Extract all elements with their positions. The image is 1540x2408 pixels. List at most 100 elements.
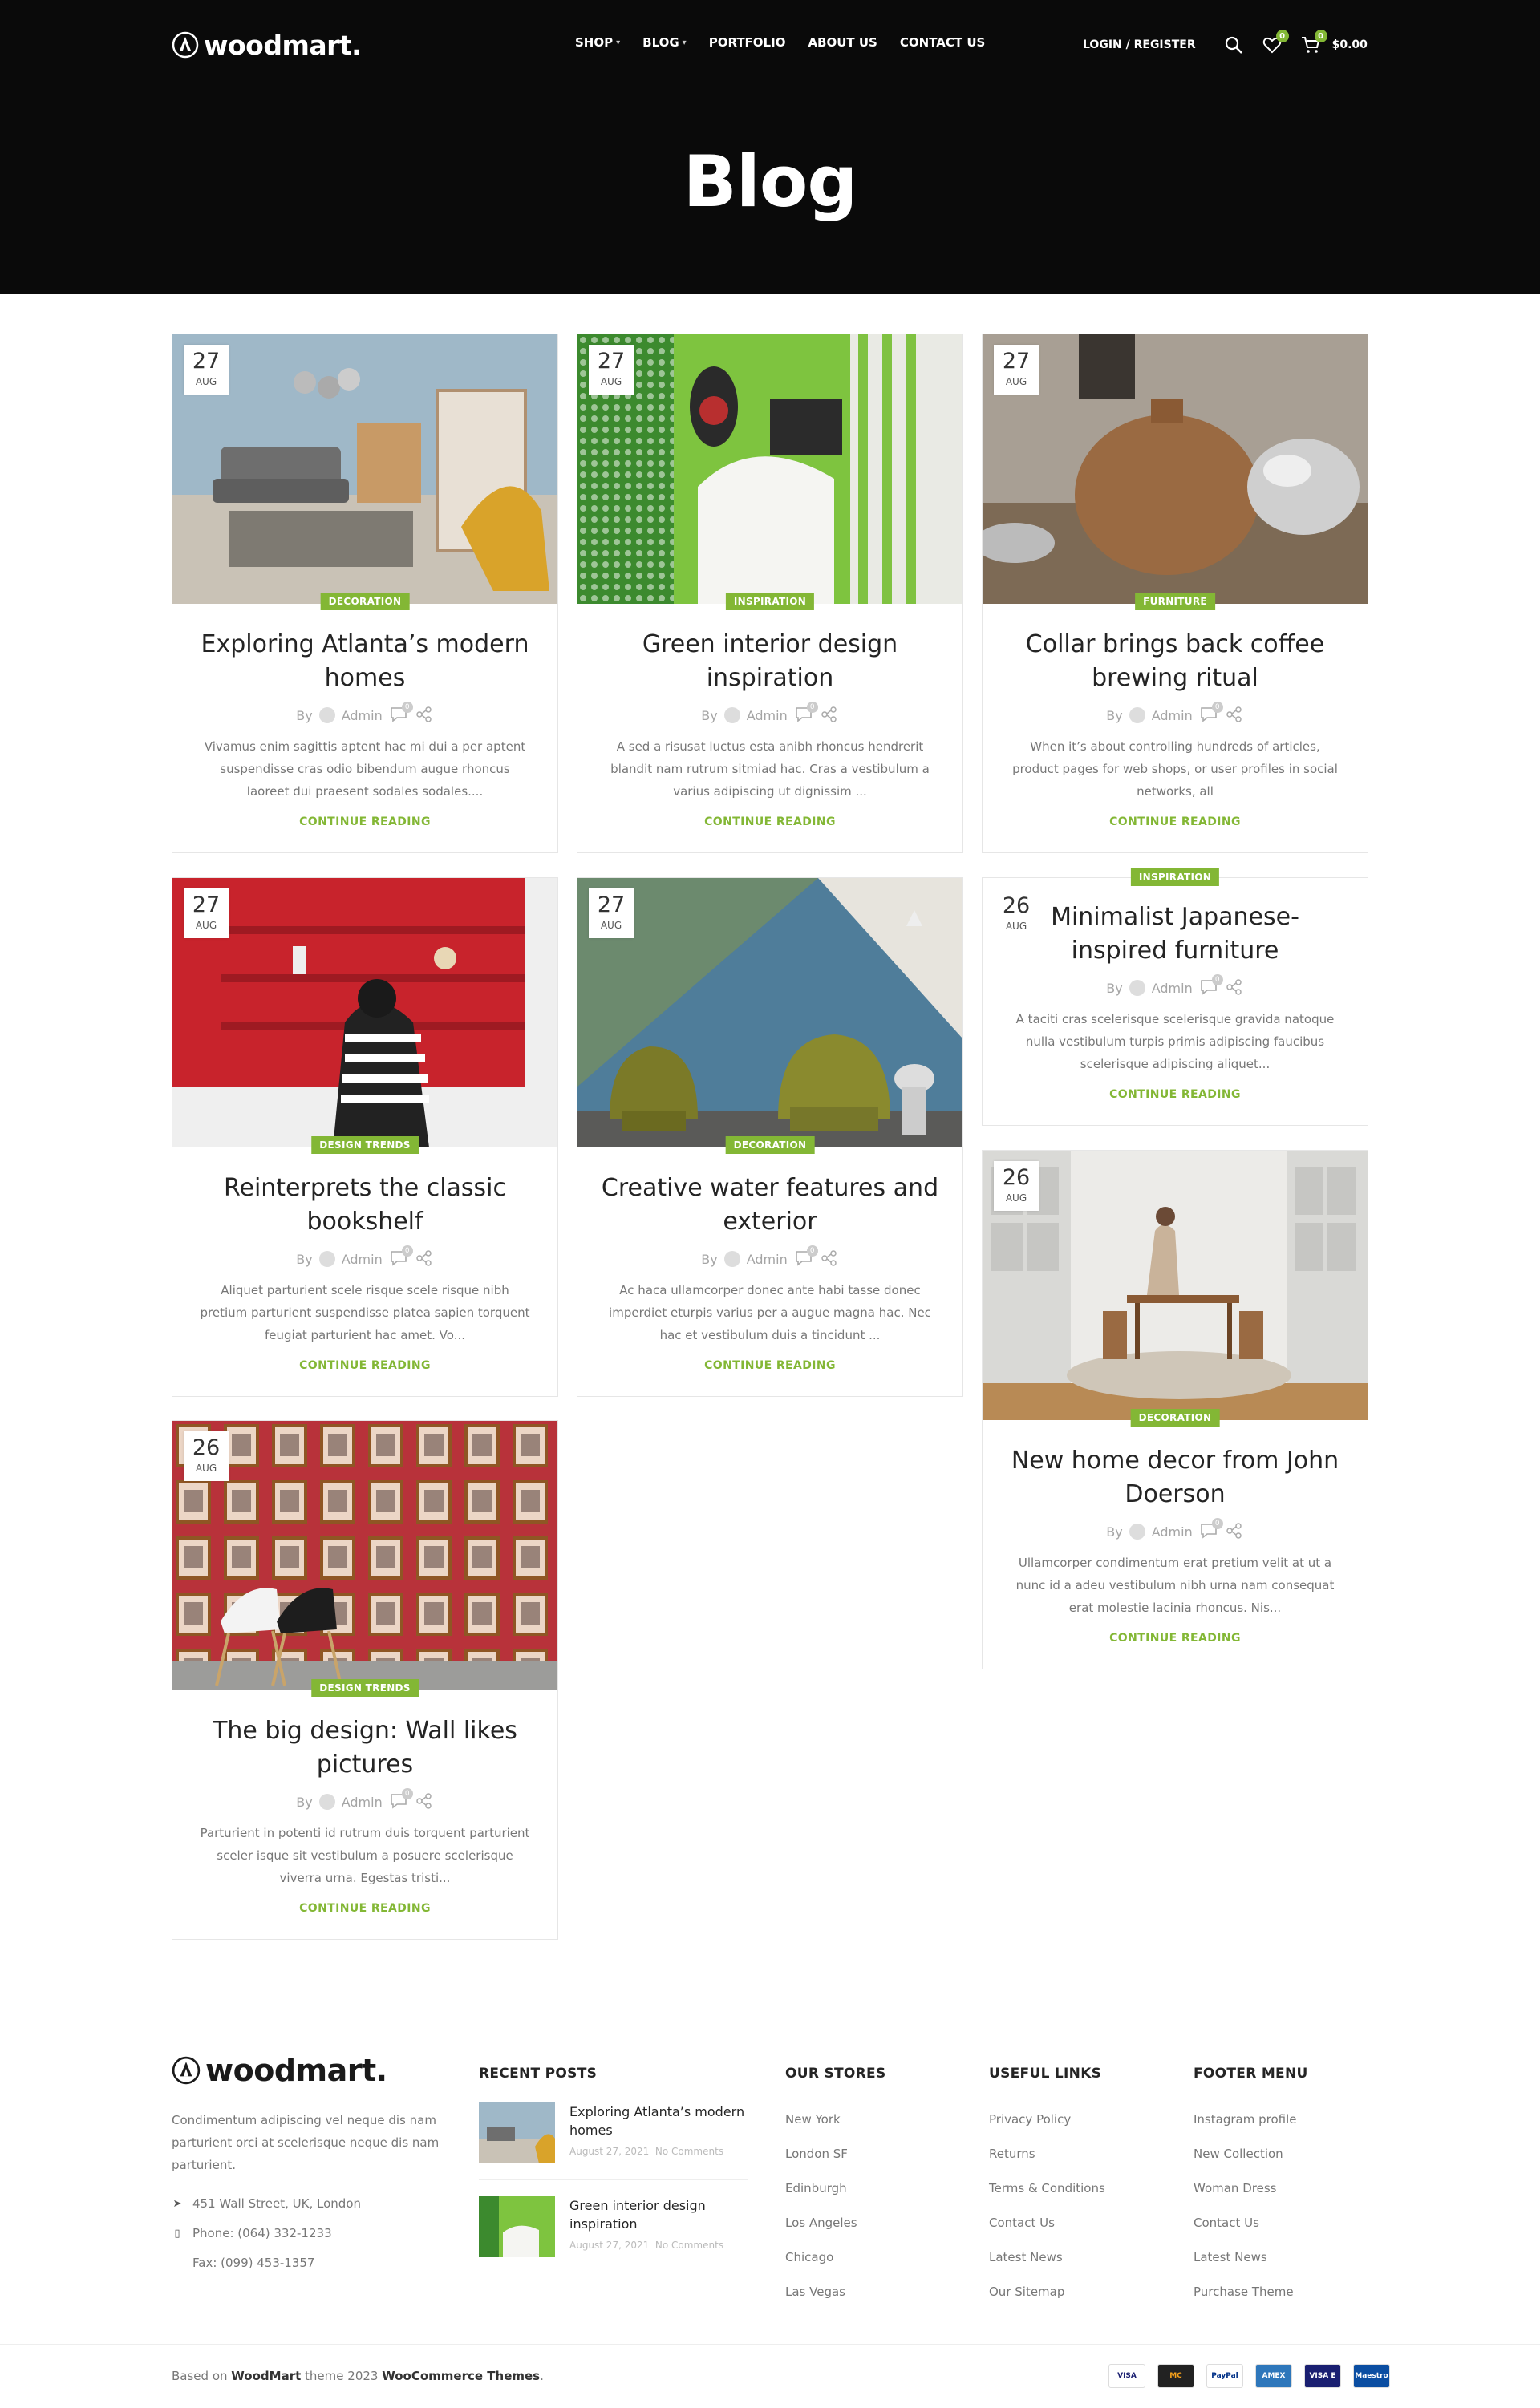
comments-link[interactable]: 0 <box>794 1245 818 1268</box>
nav-about-us[interactable]: ABOUT US <box>808 35 877 50</box>
author-link[interactable]: Admin <box>1152 1524 1193 1540</box>
recent-post[interactable]: Exploring Atlanta’s modern homes August 2… <box>479 2102 748 2180</box>
recent-post[interactable]: Green interior design inspiration August … <box>479 2196 748 2273</box>
continue-reading-link[interactable]: CONTINUE READING <box>1003 815 1347 828</box>
login-register-link[interactable]: LOGIN / REGISTER <box>1083 38 1196 51</box>
recent-post-title[interactable]: Exploring Atlanta’s modern homes <box>569 2102 748 2139</box>
woodmart-link[interactable]: WoodMart <box>231 2369 301 2383</box>
comments-link[interactable]: 0 <box>1199 974 1223 997</box>
share-button[interactable] <box>1225 1523 1244 1540</box>
nav-portfolio[interactable]: PORTFOLIO <box>709 35 786 50</box>
author-link[interactable]: Admin <box>342 1252 383 1267</box>
comments-link[interactable]: 0 <box>389 1245 413 1268</box>
recent-post-comments[interactable]: No Comments <box>655 2146 723 2157</box>
search-button[interactable] <box>1222 33 1246 57</box>
recent-post-thumb[interactable] <box>479 2196 555 2257</box>
author-link[interactable]: Admin <box>342 1795 383 1810</box>
post-title[interactable]: New home decor from John Doerson <box>1003 1444 1347 1512</box>
copy-mid: theme 2023 <box>305 2369 379 2383</box>
post-title[interactable]: Collar brings back coffee brewing ritual <box>1003 628 1347 695</box>
post-title[interactable]: Green interior design inspiration <box>598 628 942 695</box>
useful-link[interactable]: Terms & Conditions <box>989 2171 1105 2206</box>
useful-link[interactable]: Latest News <box>989 2240 1105 2275</box>
post-title[interactable]: The big design: Wall likes pictures <box>193 1714 537 1782</box>
continue-reading-link[interactable]: CONTINUE READING <box>193 815 537 828</box>
comments-link[interactable]: 0 <box>1199 702 1223 724</box>
post-image[interactable]: 27 AUG <box>172 878 557 1147</box>
post-title[interactable]: Minimalist Japanese-inspired furniture <box>1003 900 1347 968</box>
recent-post-title[interactable]: Green interior design inspiration <box>569 2196 748 2233</box>
store-link[interactable]: London SF <box>785 2137 886 2171</box>
wishlist-button[interactable]: 0 <box>1260 30 1289 57</box>
woocommerce-themes-link[interactable]: WooCommerce Themes <box>382 2369 540 2383</box>
blog-card: 27 AUG DESIGN TRENDS Reinterprets the cla… <box>172 877 558 1397</box>
useful-link[interactable]: Privacy Policy <box>989 2102 1105 2137</box>
post-title[interactable]: Exploring Atlanta’s modern homes <box>193 628 537 695</box>
footer-menu-link[interactable]: Latest News <box>1194 2240 1308 2275</box>
author-link[interactable]: Admin <box>342 708 383 723</box>
footer-menu-link[interactable]: Contact Us <box>1194 2206 1308 2240</box>
nav-shop[interactable]: SHOP ▾ <box>575 35 620 50</box>
post-image[interactable]: 27 AUG <box>578 334 962 604</box>
post-image[interactable]: 26 AUG <box>172 1421 557 1690</box>
post-image[interactable]: 26 AUG <box>983 1151 1368 1420</box>
continue-reading-link[interactable]: CONTINUE READING <box>1003 1632 1347 1645</box>
useful-link[interactable]: Returns <box>989 2137 1105 2171</box>
continue-reading-link[interactable]: CONTINUE READING <box>598 1359 942 1372</box>
date-badge: 27 AUG <box>994 345 1039 395</box>
store-link[interactable]: Los Angeles <box>785 2206 886 2240</box>
cart-total[interactable]: $0.00 <box>1332 38 1368 51</box>
nav-contact-us[interactable]: CONTACT US <box>900 35 985 50</box>
post-title[interactable]: Creative water features and exterior <box>598 1172 942 1239</box>
post-image[interactable]: 27 AUG <box>983 334 1368 604</box>
continue-reading-link[interactable]: CONTINUE READING <box>1003 1088 1347 1101</box>
author-link[interactable]: Admin <box>1152 708 1193 723</box>
date-month: AUG <box>195 376 217 387</box>
post-body: Reinterprets the classic bookshelf By Adm… <box>172 1147 557 1372</box>
footer-menu-link[interactable]: Woman Dress <box>1194 2171 1308 2206</box>
chevron-down-icon: ▾ <box>682 38 687 47</box>
author-link[interactable]: Admin <box>1152 981 1193 996</box>
post-title[interactable]: Reinterprets the classic bookshelf <box>193 1172 537 1239</box>
continue-reading-link[interactable]: CONTINUE READING <box>193 1902 537 1915</box>
cart-button[interactable]: 0 <box>1299 30 1327 57</box>
store-link[interactable]: Las Vegas <box>785 2275 886 2309</box>
share-button[interactable] <box>415 1793 434 1811</box>
copyright-text: Based on WoodMart theme 2023 WooCommerce… <box>172 2369 544 2383</box>
footer-menu-link[interactable]: Purchase Theme <box>1194 2275 1308 2309</box>
comments-link[interactable]: 0 <box>794 702 818 724</box>
continue-reading-link[interactable]: CONTINUE READING <box>598 815 942 828</box>
store-link[interactable]: New York <box>785 2102 886 2137</box>
store-link[interactable]: Chicago <box>785 2240 886 2275</box>
date-month: AUG <box>600 920 622 931</box>
recent-post-comments[interactable]: No Comments <box>655 2240 723 2251</box>
recent-post-thumb[interactable] <box>479 2102 555 2163</box>
post-image[interactable]: 27 AUG <box>578 878 962 1147</box>
comments-link[interactable]: 0 <box>1199 1518 1223 1540</box>
comments-link[interactable]: 0 <box>389 1788 413 1811</box>
author-link[interactable]: Admin <box>747 708 788 723</box>
useful-link[interactable]: Contact Us <box>989 2206 1105 2240</box>
share-button[interactable] <box>415 706 434 724</box>
author-link[interactable]: Admin <box>747 1252 788 1267</box>
green-bar-image <box>578 334 962 604</box>
share-button[interactable] <box>1225 979 1244 997</box>
comments-link[interactable]: 0 <box>389 702 413 724</box>
footer-menu-link[interactable]: New Collection <box>1194 2137 1308 2171</box>
share-button[interactable] <box>820 1250 839 1268</box>
blog-card: 27 AUG DECORATION Exploring Atlanta’s mod… <box>172 334 558 853</box>
useful-link[interactable]: Our Sitemap <box>989 2275 1105 2309</box>
continue-reading-link[interactable]: CONTINUE READING <box>193 1359 537 1372</box>
payment-methods: VISA MC PayPal AMEX VISA E Maestro <box>1108 2364 1390 2388</box>
footer-menu-link[interactable]: Instagram profile <box>1194 2102 1308 2137</box>
share-button[interactable] <box>1225 706 1244 724</box>
post-image[interactable]: 27 AUG <box>172 334 557 604</box>
date-badge: 26 AUG <box>184 1431 229 1481</box>
share-button[interactable] <box>820 706 839 724</box>
share-button[interactable] <box>415 1250 434 1268</box>
logo-icon <box>172 2056 201 2085</box>
site-logo[interactable]: woodmart. <box>172 27 362 63</box>
store-link[interactable]: Edinburgh <box>785 2171 886 2206</box>
footer-logo[interactable]: woodmart. <box>172 2053 452 2088</box>
nav-blog[interactable]: BLOG ▾ <box>642 35 687 50</box>
